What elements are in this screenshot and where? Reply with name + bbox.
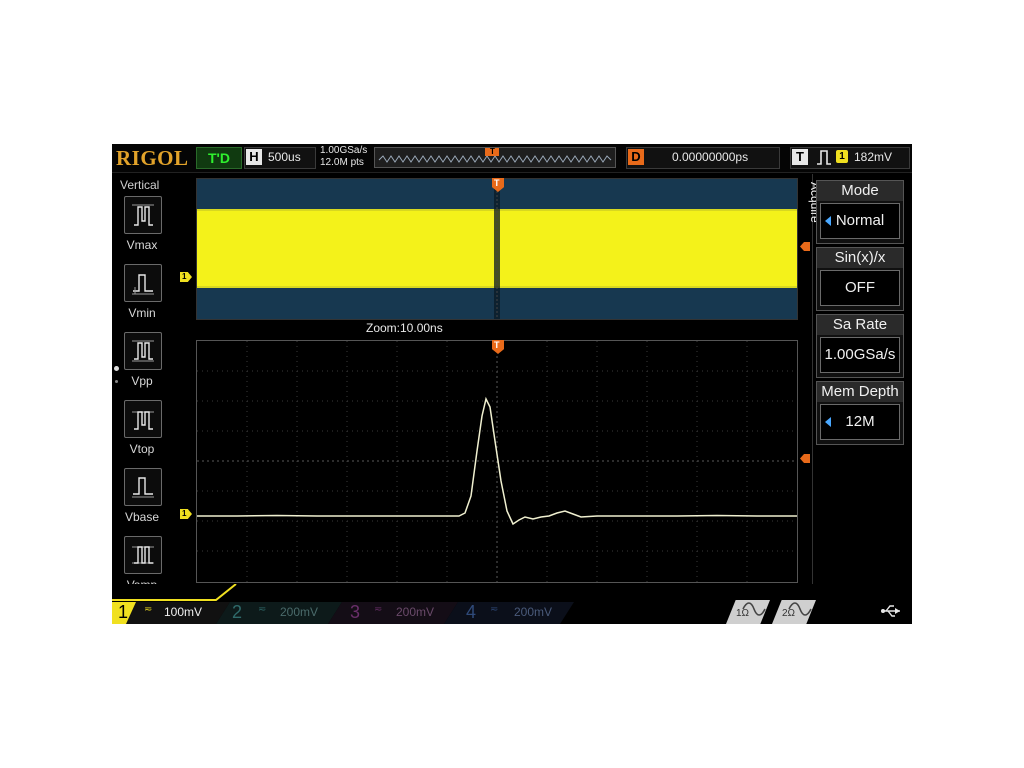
measure-vmax-button[interactable] [124, 196, 162, 234]
channel-1-status[interactable]: 1 ≂ 100mV [112, 600, 216, 624]
menu-mode-title: Mode [817, 181, 903, 201]
oscilloscope-screen: RIGOL T'D H 500us 1.00GSa/s 12.0M pts T … [112, 144, 912, 624]
measure-vamp-button[interactable] [124, 536, 162, 574]
vbase-icon [132, 477, 154, 498]
channel-3-status[interactable]: 3 ≂ 200mV [344, 600, 448, 624]
channel-1-number: 1 [118, 602, 129, 622]
vmin-icon [132, 274, 154, 295]
menu-sa-rate-value[interactable]: 1.00GSa/s [820, 337, 900, 373]
channel-4-number: 4 [466, 602, 477, 622]
measure-vbase-label: Vbase [124, 510, 160, 524]
menu-page-indicator [115, 380, 118, 383]
delay-value: 0.00000000ps [672, 150, 749, 164]
dc-coupling-icon: ≂ [144, 604, 153, 615]
delay-tag: D [628, 149, 644, 165]
channel-4-scale: 200mV [514, 605, 553, 619]
measure-vpp-label: Vpp [131, 374, 153, 388]
trigger-source-badge: 1 [836, 150, 848, 163]
menu-sinx-value[interactable]: OFF [820, 270, 900, 306]
main-trigger-marker-label: T [494, 178, 500, 188]
rising-edge-icon [816, 148, 832, 171]
zoom-timebase-label: Zoom:10.00ns [366, 321, 443, 335]
menu-mode[interactable]: Mode Normal [816, 180, 904, 244]
menu-sinx[interactable]: Sin(x)/x OFF [816, 247, 904, 311]
memory-position-bar[interactable] [374, 147, 616, 168]
brand-logo: RIGOL [116, 146, 189, 170]
acquire-menu-tab[interactable]: Acquire [798, 178, 822, 238]
memory-waveform-overview [378, 148, 612, 163]
main-channel-1-offset-marker[interactable]: 1 [180, 272, 192, 282]
arrow-left-icon [825, 216, 831, 226]
channel-1-scale: 100mV [164, 605, 203, 619]
zoom-channel-1-offset-marker[interactable]: 1 [180, 509, 192, 519]
measure-vmin-button[interactable] [124, 264, 162, 302]
sample-rate-readout: 1.00GSa/s [320, 145, 368, 156]
measure-vmin-label: Vmin [128, 306, 156, 320]
measure-vpp-button[interactable] [124, 332, 162, 370]
trigger-level-value: 182mV [854, 150, 893, 164]
arrow-left-icon [825, 417, 831, 427]
menu-sa-rate[interactable]: Sa Rate 1.00GSa/s [816, 314, 904, 378]
trigger-tag: T [792, 149, 808, 165]
channel-3-scale: 200mV [396, 605, 435, 619]
channel-2-status[interactable]: 2 ≂ 200mV [228, 600, 332, 624]
menu-mem-depth-title: Mem Depth [817, 382, 903, 402]
memory-depth-readout: 12.0M pts [320, 157, 364, 168]
zoom-trigger-marker-label: T [494, 340, 500, 350]
timebase-value: 500us [268, 150, 301, 164]
measure-vmax-label: Vmax [126, 238, 158, 252]
measure-vtop-button[interactable] [124, 400, 162, 438]
dc-coupling-icon: ≂ [490, 604, 499, 615]
menu-mode-value[interactable]: Normal [820, 203, 900, 239]
main-timebase-view[interactable] [196, 178, 798, 320]
main-trigger-level-marker[interactable] [800, 242, 810, 251]
menu-page-indicator [114, 366, 119, 371]
channel-2-number: 2 [232, 602, 243, 622]
channel-3-number: 3 [350, 602, 361, 622]
menu-mem-depth-value[interactable]: 12M [820, 404, 900, 440]
menu-sa-rate-title: Sa Rate [817, 315, 903, 335]
sine-wave-icon [742, 602, 766, 616]
vamp-icon [132, 546, 154, 564]
menu-mode-value-text: Normal [835, 212, 885, 229]
main-waveform [197, 179, 797, 319]
channel-2-scale: 200mV [280, 605, 319, 619]
dc-coupling-icon: ≂ [374, 604, 383, 615]
menu-mem-depth-value-text: 12M [845, 413, 875, 430]
memory-trigger-marker-label: T [490, 147, 495, 156]
run-status-indicator[interactable]: T'D [196, 147, 242, 169]
acquire-tab-label: Acquire [808, 182, 816, 223]
zoom-trigger-level-marker[interactable] [800, 454, 810, 463]
measure-vbase-button[interactable] [124, 468, 162, 506]
timebase-tag: H [246, 149, 262, 165]
vmax-icon [132, 204, 154, 226]
usb-icon [880, 602, 902, 624]
vtop-icon [132, 411, 154, 430]
menu-sinx-title: Sin(x)/x [817, 248, 903, 268]
channel-4-status[interactable]: 4 ≂ 200mV [460, 600, 564, 624]
zoom-graticule [197, 341, 797, 582]
dc-coupling-icon: ≂ [258, 604, 267, 615]
measure-vtop-label: Vtop [129, 442, 155, 456]
zoom-timebase-view[interactable] [196, 340, 798, 583]
vpp-icon [132, 340, 154, 362]
menu-mem-depth[interactable]: Mem Depth 12M [816, 381, 904, 445]
sine-wave-icon [788, 602, 812, 616]
measure-panel-title: Vertical [120, 178, 160, 192]
